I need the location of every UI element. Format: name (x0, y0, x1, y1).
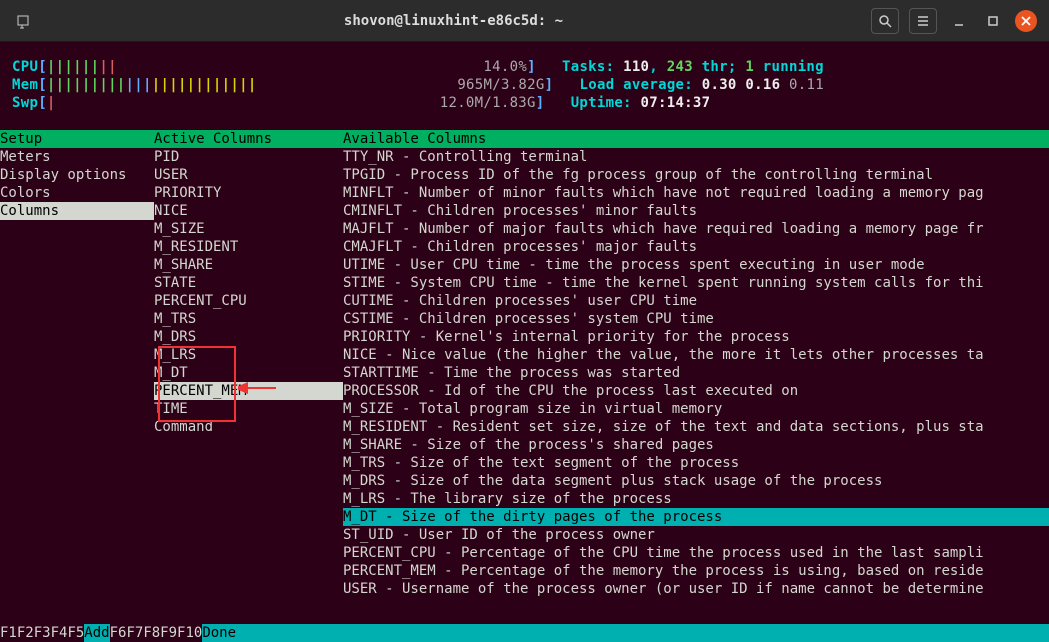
setup-item[interactable]: Display options (0, 166, 154, 184)
available-column-item[interactable]: PERCENT_MEM - Percentage of the memory t… (343, 562, 1049, 580)
available-column-item[interactable]: CSTIME - Children processes' system CPU … (343, 310, 1049, 328)
active-column-item[interactable]: M_DT (154, 364, 343, 382)
available-column-item[interactable]: M_RESIDENT - Resident set size, size of … (343, 418, 1049, 436)
active-columns-panel[interactable]: PIDUSERPRIORITYNICEM_SIZEM_RESIDENTM_SHA… (154, 148, 343, 598)
available-column-item[interactable]: M_SIZE - Total program size in virtual m… (343, 400, 1049, 418)
available-column-item[interactable]: MAJFLT - Number of major faults which ha… (343, 220, 1049, 238)
search-icon[interactable] (871, 8, 899, 34)
close-icon[interactable] (1015, 10, 1037, 32)
active-column-item[interactable]: M_RESIDENT (154, 238, 343, 256)
available-column-item[interactable]: PERCENT_CPU - Percentage of the CPU time… (343, 544, 1049, 562)
active-column-item[interactable]: Command (154, 418, 343, 436)
active-column-item[interactable]: STATE (154, 274, 343, 292)
available-column-item[interactable]: PROCESSOR - Id of the CPU the process la… (343, 382, 1049, 400)
available-column-item[interactable]: USER - Username of the process owner (or… (343, 580, 1049, 598)
active-column-item[interactable]: PRIORITY (154, 184, 343, 202)
setup-panel[interactable]: MetersDisplay optionsColorsColumns (0, 148, 154, 598)
available-column-item[interactable]: M_SHARE - Size of the process's shared p… (343, 436, 1049, 454)
window-title: shovon@linuxhint-e86c5d: ~ (36, 13, 871, 29)
panel-headers: Setup Active Columns Available Columns (0, 130, 1049, 148)
active-column-item[interactable]: M_LRS (154, 346, 343, 364)
active-column-item[interactable]: NICE (154, 202, 343, 220)
active-column-item[interactable]: M_SHARE (154, 256, 343, 274)
function-key-bar[interactable]: F1 F2 F3 F4 F5Add F6 F7 F8 F9 F10Done (0, 624, 1049, 642)
available-column-item[interactable]: PRIORITY - Kernel's internal priority fo… (343, 328, 1049, 346)
available-column-item[interactable]: TTY_NR - Controlling terminal (343, 148, 1049, 166)
available-column-item[interactable]: MINFLT - Number of minor faults which ha… (343, 184, 1049, 202)
new-tab-icon[interactable] (12, 9, 36, 33)
available-column-item[interactable]: M_DT - Size of the dirty pages of the pr… (343, 508, 1049, 526)
active-column-item[interactable]: PERCENT_MEM (154, 382, 343, 400)
available-column-item[interactable]: STARTTIME - Time the process was started (343, 364, 1049, 382)
terminal-area[interactable]: CPU[|||||||| 14.0%] Tasks: 110, 243 thr;… (0, 42, 1049, 642)
mem-meter: Mem[|||||||||||||||||||||||| 965M/3.82G]… (0, 76, 1049, 94)
available-column-item[interactable]: TPGID - Process ID of the fg process gro… (343, 166, 1049, 184)
available-column-item[interactable]: NICE - Nice value (the higher the value,… (343, 346, 1049, 364)
active-column-item[interactable]: PID (154, 148, 343, 166)
active-column-item[interactable]: M_SIZE (154, 220, 343, 238)
hamburger-menu-icon[interactable] (909, 8, 937, 34)
setup-item[interactable]: Colors (0, 184, 154, 202)
available-column-item[interactable]: UTIME - User CPU time - time the process… (343, 256, 1049, 274)
available-column-item[interactable]: CMINFLT - Children processes' minor faul… (343, 202, 1049, 220)
window-titlebar: shovon@linuxhint-e86c5d: ~ (0, 0, 1049, 42)
active-columns-header: Active Columns (154, 130, 343, 148)
available-columns-panel[interactable]: TTY_NR - Controlling terminalTPGID - Pro… (343, 148, 1049, 598)
minimize-icon[interactable] (947, 9, 971, 33)
available-columns-header: Available Columns (343, 130, 1049, 148)
available-column-item[interactable]: M_LRS - The library size of the process (343, 490, 1049, 508)
available-column-item[interactable]: CUTIME - Children processes' user CPU ti… (343, 292, 1049, 310)
available-column-item[interactable]: ST_UID - User ID of the process owner (343, 526, 1049, 544)
available-column-item[interactable]: M_TRS - Size of the text segment of the … (343, 454, 1049, 472)
active-column-item[interactable]: M_TRS (154, 310, 343, 328)
available-column-item[interactable]: STIME - System CPU time - time the kerne… (343, 274, 1049, 292)
swp-meter: Swp[| 12.0M/1.83G] Uptime: 07:14:37 (0, 94, 1049, 112)
active-column-item[interactable]: USER (154, 166, 343, 184)
setup-item[interactable]: Meters (0, 148, 154, 166)
cpu-meter: CPU[|||||||| 14.0%] Tasks: 110, 243 thr;… (0, 58, 1049, 76)
maximize-icon[interactable] (981, 9, 1005, 33)
available-column-item[interactable]: CMAJFLT - Children processes' major faul… (343, 238, 1049, 256)
active-column-item[interactable]: M_DRS (154, 328, 343, 346)
active-column-item[interactable]: PERCENT_CPU (154, 292, 343, 310)
available-column-item[interactable]: M_DRS - Size of the data segment plus st… (343, 472, 1049, 490)
setup-item[interactable]: Columns (0, 202, 154, 220)
setup-header: Setup (0, 130, 154, 148)
active-column-item[interactable]: TIME (154, 400, 343, 418)
